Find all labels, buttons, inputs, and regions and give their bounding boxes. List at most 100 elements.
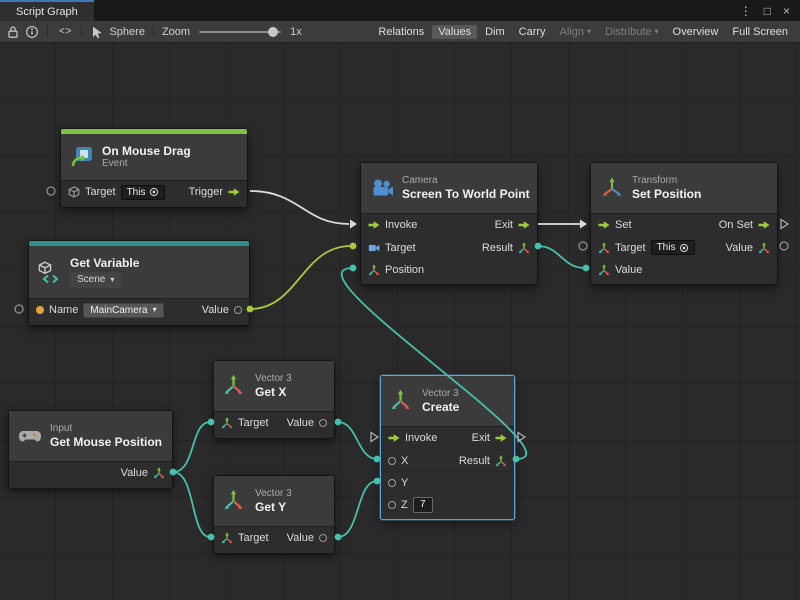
port-label-on-set: On Set xyxy=(719,219,753,231)
camera-port-icon[interactable] xyxy=(368,242,380,254)
port-label-target: Target xyxy=(385,242,416,254)
toolbar-separator xyxy=(81,25,82,38)
node-title: Get Variable xyxy=(70,256,139,270)
port-row: Invoke Exit xyxy=(381,427,514,449)
control-port-icon[interactable] xyxy=(388,432,400,444)
node-title: Get Mouse Position xyxy=(50,435,162,449)
vector3-port-icon[interactable] xyxy=(495,455,507,467)
port-label-trigger: Trigger xyxy=(189,186,223,198)
target-picker-icon[interactable] xyxy=(679,243,689,253)
carry-button[interactable]: Carry xyxy=(513,25,552,39)
port-label-target: Target xyxy=(238,417,269,429)
control-port-icon[interactable] xyxy=(518,219,530,231)
node-header[interactable]: Vector 3 Get X xyxy=(214,361,334,411)
maximize-icon[interactable]: □ xyxy=(764,4,771,18)
kebab-menu-icon[interactable]: ⋮ xyxy=(740,4,752,18)
values-button[interactable]: Values xyxy=(432,25,477,39)
info-icon[interactable] xyxy=(25,25,39,39)
port-label-x: X xyxy=(401,455,408,467)
vector3-port-icon[interactable] xyxy=(518,242,530,254)
node-category: Camera xyxy=(402,175,528,187)
float-port-icon[interactable] xyxy=(388,479,396,487)
gameobject-port-icon[interactable] xyxy=(68,186,80,198)
float-port-icon[interactable] xyxy=(319,534,327,542)
node-header[interactable]: Camera Screen To World Point xyxy=(361,163,537,213)
port-label-value: Value xyxy=(287,417,314,429)
vector3-port-icon[interactable] xyxy=(221,532,233,544)
port-row: Target This Value xyxy=(591,236,777,258)
vector3-port-icon[interactable] xyxy=(153,467,165,479)
control-port-icon[interactable] xyxy=(758,219,770,231)
node-header[interactable]: Get Variable Scene ▾ xyxy=(29,246,249,298)
port-row: Target This Trigger xyxy=(61,181,247,203)
node-get-variable[interactable]: Get Variable Scene ▾ Name MainCamera ▾ V… xyxy=(28,240,250,326)
this-chip[interactable]: This xyxy=(651,240,696,255)
value-port-icon[interactable] xyxy=(234,306,242,314)
node-title: Create xyxy=(422,400,459,414)
node-category: Vector 3 xyxy=(255,488,292,500)
full-screen-button[interactable]: Full Screen xyxy=(726,25,794,39)
control-port-icon[interactable] xyxy=(598,219,610,231)
float-port-icon[interactable] xyxy=(388,457,396,465)
distribute-button[interactable]: Distribute ▾ xyxy=(599,25,664,39)
chevron-down-icon: ▾ xyxy=(587,28,591,36)
port-label-set: Set xyxy=(615,219,632,231)
zoom-slider[interactable] xyxy=(199,31,281,33)
port-row: X Result xyxy=(381,449,514,471)
tab-script-graph[interactable]: Script Graph xyxy=(0,0,94,21)
lock-icon[interactable] xyxy=(6,25,20,39)
port-label-z: Z xyxy=(401,499,408,511)
variable-kind-dropdown[interactable]: Scene ▾ xyxy=(70,272,121,288)
close-icon[interactable]: × xyxy=(783,4,790,18)
node-set-position[interactable]: Transform Set Position Set On Set Target… xyxy=(590,162,778,285)
selected-object-label[interactable]: Sphere xyxy=(109,26,144,38)
port-row: Position xyxy=(361,258,537,280)
vector3-port-icon[interactable] xyxy=(758,242,770,254)
node-vector3-create[interactable]: Vector 3 Create Invoke Exit X Result xyxy=(380,375,515,520)
vector3-port-icon[interactable] xyxy=(368,264,380,276)
zoom-slider-handle[interactable] xyxy=(268,27,278,37)
zoom-value: 1x xyxy=(290,26,302,38)
control-port-icon[interactable] xyxy=(368,219,380,231)
chevron-down-icon: ▾ xyxy=(655,28,659,36)
toolbar-buttons: Relations Values Dim Carry Align ▾ Distr… xyxy=(372,25,794,39)
dim-button[interactable]: Dim xyxy=(479,25,511,39)
port-row: Set On Set xyxy=(591,214,777,236)
align-button[interactable]: Align ▾ xyxy=(554,25,597,39)
port-row: Name MainCamera ▾ Value xyxy=(29,299,249,321)
node-screen-to-world-point[interactable]: Camera Screen To World Point Invoke Exit… xyxy=(360,162,538,285)
node-header[interactable]: Input Get Mouse Position xyxy=(9,411,172,461)
node-header[interactable]: Transform Set Position xyxy=(591,163,777,213)
node-header[interactable]: On Mouse Drag Event xyxy=(61,134,247,180)
code-view-icon[interactable]: < > xyxy=(56,26,73,37)
node-get-mouse-position[interactable]: Input Get Mouse Position Value xyxy=(8,410,173,489)
variable-kind-value: Scene xyxy=(77,274,105,286)
node-header[interactable]: Vector 3 Create xyxy=(381,376,514,426)
port-row: Value xyxy=(9,462,172,484)
vector3-port-icon[interactable] xyxy=(598,264,610,276)
control-port-icon[interactable] xyxy=(228,186,240,198)
gamepad-icon xyxy=(18,424,42,448)
node-category: Vector 3 xyxy=(255,373,292,385)
toolbar-separator xyxy=(153,25,154,38)
target-picker-icon[interactable] xyxy=(149,187,159,197)
relations-button[interactable]: Relations xyxy=(372,25,430,39)
float-port-icon[interactable] xyxy=(388,501,396,509)
transform-port-icon[interactable] xyxy=(598,242,610,254)
float-port-icon[interactable] xyxy=(319,419,327,427)
vector3-port-icon[interactable] xyxy=(221,417,233,429)
node-get-x[interactable]: Vector 3 Get X Target Value xyxy=(213,360,335,439)
node-header[interactable]: Vector 3 Get Y xyxy=(214,476,334,526)
this-chip[interactable]: This xyxy=(121,185,166,200)
port-label-position: Position xyxy=(385,264,424,276)
z-value-field[interactable]: 7 xyxy=(413,497,433,513)
node-on-mouse-drag[interactable]: On Mouse Drag Event Target This Trigger xyxy=(60,128,248,208)
control-port-icon[interactable] xyxy=(495,432,507,444)
align-label: Align xyxy=(560,26,584,38)
port-label-target: Target xyxy=(238,532,269,544)
port-label-result: Result xyxy=(459,455,490,467)
node-get-y[interactable]: Vector 3 Get Y Target Value xyxy=(213,475,335,554)
variable-name-dropdown[interactable]: MainCamera ▾ xyxy=(83,303,163,318)
string-port-icon[interactable] xyxy=(36,306,44,314)
overview-button[interactable]: Overview xyxy=(667,25,725,39)
